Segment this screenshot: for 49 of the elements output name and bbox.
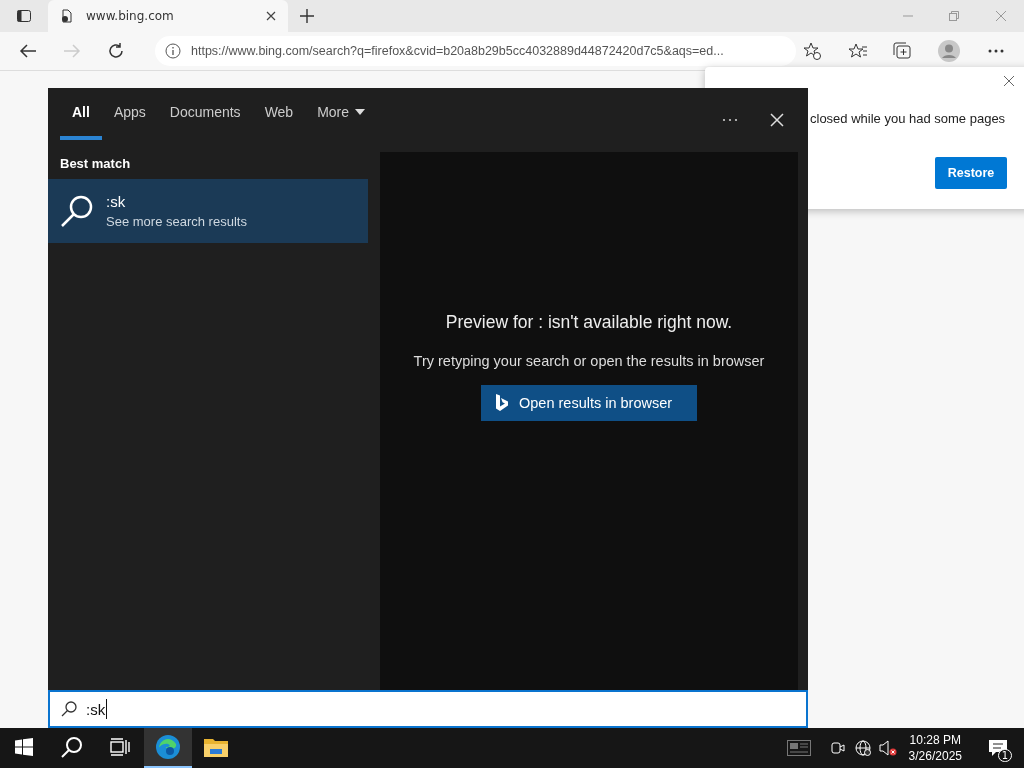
favorites-icon[interactable]	[848, 42, 868, 60]
caret-icon	[355, 109, 366, 115]
preview-hint: Try retyping your search or open the results in browser	[413, 353, 765, 369]
section-heading: Best match	[59, 155, 132, 173]
notifications-button[interactable]: 1	[978, 728, 1018, 768]
result-title: :sk	[106, 193, 127, 210]
address-field[interactable]: https://www.bing.com/search?q=firefox&cvid=b20a8b29b5cc4032889d44872420d7c5&aqs=ed...	[155, 36, 796, 66]
info-icon	[165, 43, 181, 59]
preview-heading: Preview for : isn't available right now.	[445, 312, 733, 333]
task-view-icon	[110, 738, 130, 756]
open-in-browser-button[interactable]: Open results in browser	[481, 385, 697, 421]
camera-icon[interactable]	[830, 741, 845, 755]
folder-icon	[204, 737, 228, 757]
add-favorite-icon[interactable]	[802, 41, 822, 61]
browser-tab[interactable]: www.bing.com	[48, 0, 288, 32]
edge-taskbar-button[interactable]	[144, 728, 192, 768]
search-icon	[60, 194, 94, 228]
clock-time[interactable]: 10:28 PM	[909, 733, 961, 747]
restore-button[interactable]: Restore	[935, 157, 1007, 189]
page-icon	[60, 9, 74, 23]
globe-icon[interactable]	[854, 740, 871, 756]
search-icon	[61, 736, 83, 758]
more-options-icon[interactable]	[722, 118, 738, 122]
search-field[interactable]: :sk	[48, 690, 808, 728]
speaker-muted-icon[interactable]	[878, 740, 897, 756]
close-icon[interactable]	[1003, 75, 1015, 87]
notification-count: 1	[997, 749, 1012, 762]
new-tab-icon[interactable]	[300, 9, 314, 23]
search-icon	[60, 700, 78, 718]
browser-logo-icon	[155, 734, 181, 760]
filter-tab[interactable]: Web	[252, 88, 306, 140]
windows-logo-icon	[15, 738, 33, 756]
news-icon[interactable]	[786, 740, 811, 756]
filter-tab[interactable]: All	[60, 88, 102, 140]
back-icon[interactable]	[19, 43, 37, 59]
refresh-icon[interactable]	[107, 42, 125, 60]
result-subtitle: See more search results	[106, 214, 247, 229]
b-logo-icon	[495, 393, 509, 413]
filter-tab[interactable]: More	[305, 88, 378, 140]
clock-date[interactable]: 3/26/2025	[908, 749, 962, 763]
popup-message: closed while you had some pages	[810, 111, 1006, 126]
profile-icon[interactable]	[938, 40, 960, 62]
filter-tab[interactable]: Apps	[101, 88, 158, 140]
tab-actions-icon[interactable]	[16, 8, 32, 24]
more-icon[interactable]	[988, 49, 1004, 53]
filter-tab[interactable]: Documents	[157, 88, 253, 140]
result-item[interactable]: :sk See more search results	[48, 179, 368, 243]
collections-icon[interactable]	[892, 42, 912, 60]
close-tab-icon[interactable]	[266, 11, 276, 21]
